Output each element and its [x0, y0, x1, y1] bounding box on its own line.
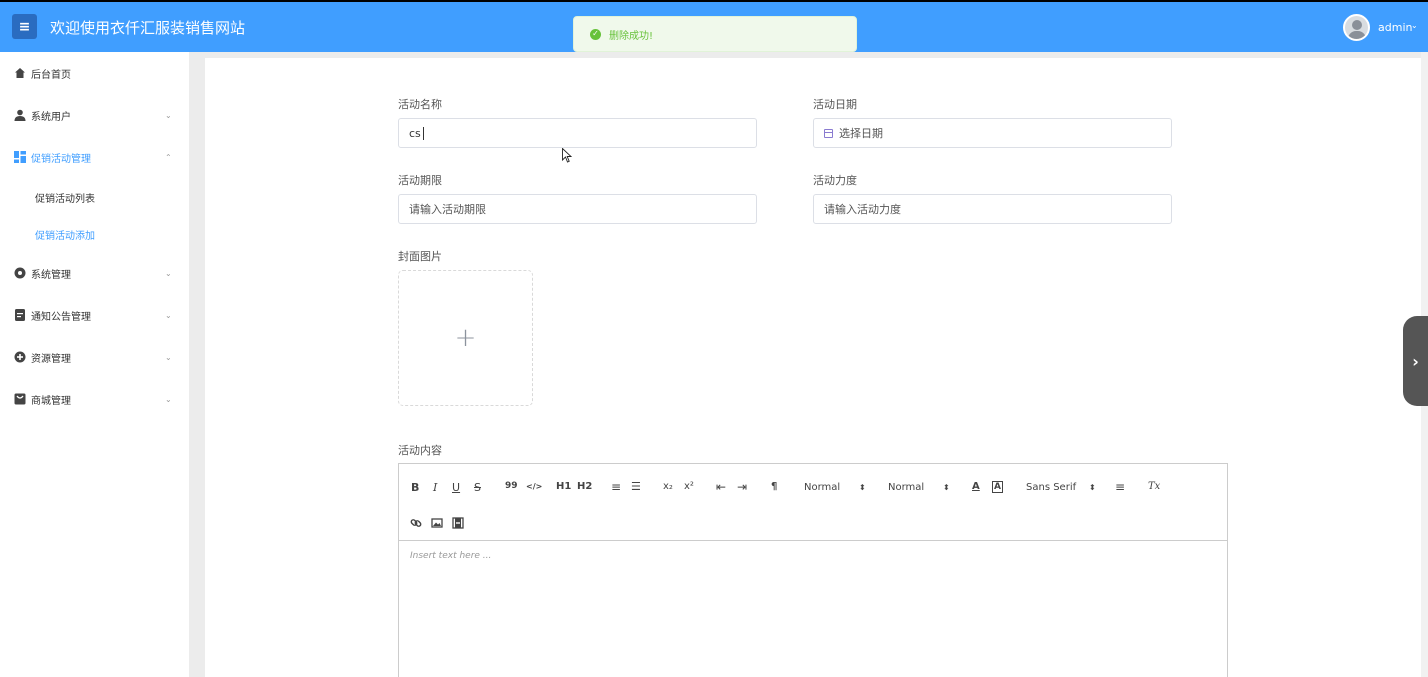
sidebar-subitem-label: 促销活动添加 — [35, 230, 95, 242]
chevron-down-icon: ⌄ — [165, 352, 172, 362]
activity-strength-label: 活动力度 — [813, 174, 857, 187]
activity-strength-placeholder: 请输入活动力度 — [824, 203, 901, 216]
editor-toolbar: B I U S 99 </> H1 H2 ≡ ☰ x₂ x² ⇤ ⇥ ¶ Nor… — [399, 464, 1227, 541]
notice-icon — [14, 309, 26, 321]
indent-button[interactable]: ⇥ — [737, 480, 747, 494]
toast-message: 删除成功! — [609, 30, 654, 42]
chevron-down-icon: ⌄ — [165, 394, 172, 404]
cover-image-label: 封面图片 — [398, 250, 442, 263]
sidebar-item-promotions[interactable]: 促销活动管理 ⌃ — [0, 142, 189, 172]
chevron-down-icon: ⌄ — [165, 310, 172, 320]
sidebar-item-label: 促销活动管理 — [31, 153, 91, 165]
header-2-button[interactable]: H2 — [577, 481, 592, 492]
select-arrows-icon: ⬍ — [859, 483, 866, 492]
plus-icon: + — [454, 323, 477, 353]
home-icon — [14, 67, 26, 79]
cover-image-uploader[interactable]: + — [398, 270, 533, 406]
check-circle-icon: ✓ — [590, 28, 601, 40]
font-color-button[interactable]: A — [972, 481, 980, 492]
mouse-cursor-icon — [562, 148, 572, 163]
site-title: 欢迎使用衣仟汇服装销售网站 — [50, 19, 246, 37]
chevron-right-icon: › — [1412, 351, 1419, 371]
editor-content-area[interactable] — [399, 542, 1227, 677]
font-family-select-value: Sans Serif — [1026, 482, 1077, 493]
hamburger-menu-button[interactable]: ≡ — [12, 14, 37, 39]
underline-button[interactable]: U — [452, 481, 460, 494]
outdent-button[interactable]: ⇤ — [716, 480, 726, 494]
sidebar-item-home[interactable]: 后台首页 — [0, 58, 189, 88]
chevron-up-icon: ⌃ — [165, 152, 172, 162]
sidebar-item-label: 系统管理 — [31, 269, 71, 281]
header-select[interactable]: Normal ⬍ — [888, 482, 950, 493]
sidebar-item-system-users[interactable]: 系统用户 ⌄ — [0, 100, 189, 130]
sidebar-subitem-promotion-add[interactable]: 促销活动添加 — [0, 220, 189, 248]
top-header: ≡ 欢迎使用衣仟汇服装销售网站 ✓ 删除成功! admin ⌄ — [0, 0, 1428, 52]
shop-icon — [14, 393, 26, 405]
superscript-button[interactable]: x² — [684, 481, 694, 492]
select-arrows-icon: ⬍ — [943, 483, 950, 492]
size-select-value: Normal — [804, 482, 841, 493]
clean-format-button[interactable]: Tx — [1148, 481, 1160, 492]
user-icon — [14, 109, 26, 121]
sidebar-item-label: 系统用户 — [31, 111, 71, 123]
hamburger-icon: ≡ — [18, 18, 31, 35]
header-select-value: Normal — [888, 482, 925, 493]
bullet-list-button[interactable]: ☰ — [631, 480, 641, 493]
sidebar-item-label: 资源管理 — [31, 353, 71, 365]
activity-content-label: 活动内容 — [398, 444, 442, 457]
side-expand-tab[interactable]: › — [1403, 316, 1428, 406]
sidebar-item-label: 通知公告管理 — [31, 311, 91, 323]
chevron-down-icon: ⌄ — [165, 110, 172, 120]
success-toast: ✓ 删除成功! — [573, 16, 857, 52]
user-avatar[interactable] — [1343, 14, 1370, 41]
activity-period-placeholder: 请输入活动期限 — [409, 203, 486, 216]
header-1-button[interactable]: H1 — [556, 481, 571, 492]
activity-period-input[interactable]: 请输入活动期限 — [398, 194, 757, 224]
background-color-button[interactable]: A — [992, 481, 1003, 493]
calendar-icon — [824, 128, 833, 138]
activity-name-input[interactable]: cs — [398, 118, 757, 148]
align-button[interactable]: ≡ — [1115, 480, 1125, 494]
select-arrows-icon: ⬍ — [1089, 483, 1096, 492]
sidebar-item-system-management[interactable]: 系统管理 ⌄ — [0, 258, 189, 288]
main-content: 活动名称 cs 活动日期 选择日期 活动期限 请输入活动期限 活动力度 请输入活… — [205, 58, 1421, 677]
activity-date-picker[interactable]: 选择日期 — [813, 118, 1172, 148]
sidebar: 后台首页 系统用户 ⌄ 促销活动管理 ⌃ 促销活动列表 促销活动添加 系统管理 … — [0, 52, 189, 677]
text-direction-button[interactable]: ¶ — [771, 481, 777, 492]
activity-strength-input[interactable]: 请输入活动力度 — [813, 194, 1172, 224]
gear-icon — [14, 267, 26, 279]
sidebar-item-notices[interactable]: 通知公告管理 ⌄ — [0, 300, 189, 330]
image-icon[interactable] — [431, 514, 443, 528]
chevron-down-icon: ⌄ — [165, 268, 172, 278]
italic-button[interactable]: I — [433, 481, 437, 494]
code-block-button[interactable]: </> — [526, 482, 542, 491]
blockquote-button[interactable]: 99 — [505, 481, 518, 491]
ordered-list-button[interactable]: ≡ — [611, 480, 621, 494]
grid-icon — [14, 151, 26, 163]
video-icon[interactable] — [452, 514, 464, 529]
text-caret — [422, 126, 424, 140]
sidebar-item-label: 后台首页 — [31, 69, 71, 81]
chevron-down-icon[interactable]: ⌄ — [1411, 21, 1418, 30]
activity-date-placeholder: 选择日期 — [839, 127, 883, 140]
sidebar-subitem-label: 促销活动列表 — [35, 193, 95, 205]
sidebar-item-label: 商城管理 — [31, 395, 71, 407]
rich-text-editor: B I U S 99 </> H1 H2 ≡ ☰ x₂ x² ⇤ ⇥ ¶ Nor… — [398, 463, 1228, 677]
font-family-select[interactable]: Sans Serif ⬍ — [1026, 482, 1096, 493]
sidebar-subitem-promotion-list[interactable]: 促销活动列表 — [0, 183, 189, 211]
strike-button[interactable]: S — [474, 481, 481, 494]
activity-name-value: cs — [409, 126, 421, 140]
resource-icon — [14, 351, 26, 363]
size-select[interactable]: Normal ⬍ — [804, 482, 866, 493]
subscript-button[interactable]: x₂ — [663, 481, 673, 492]
link-icon[interactable] — [410, 514, 422, 527]
activity-period-label: 活动期限 — [398, 174, 442, 187]
activity-date-label: 活动日期 — [813, 98, 857, 111]
sidebar-item-shop[interactable]: 商城管理 ⌄ — [0, 384, 189, 414]
sidebar-item-resources[interactable]: 资源管理 ⌄ — [0, 342, 189, 372]
activity-name-label: 活动名称 — [398, 98, 442, 111]
bold-button[interactable]: B — [411, 481, 419, 494]
user-name[interactable]: admin — [1378, 21, 1412, 34]
